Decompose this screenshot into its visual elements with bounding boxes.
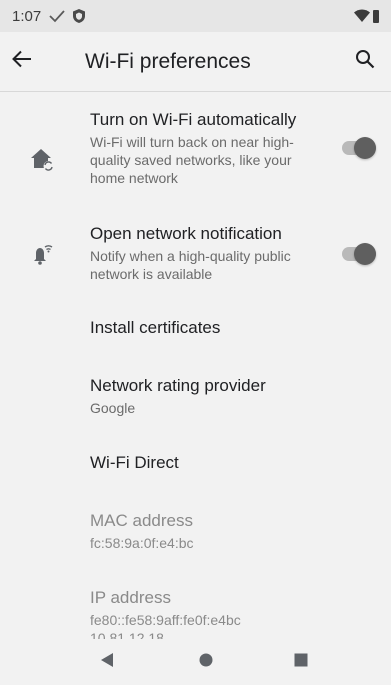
pref-title: MAC address <box>90 511 193 530</box>
pref-network-rating-provider[interactable]: Network rating provider Google <box>0 375 391 417</box>
status-time: 1:07 <box>12 7 42 25</box>
wifi-icon <box>354 9 370 23</box>
switch-thumb <box>354 243 376 265</box>
pref-title: Open network notification <box>90 224 282 243</box>
pref-title: Wi-Fi Direct <box>90 453 179 472</box>
pref-ip-address: IP address fe80::fe58:9aff:fe0f:e4bc 10.… <box>0 587 391 639</box>
status-bar: 1:07 <box>0 0 391 32</box>
battery-icon <box>373 9 379 23</box>
back-button[interactable] <box>0 32 50 92</box>
pref-open-network-notification[interactable]: Open network notification Notify when a … <box>0 223 391 287</box>
pref-summary: Notify when a high-quality public networ… <box>90 248 291 282</box>
home-circle-icon <box>199 653 213 672</box>
app-bar: Wi-Fi preferences <box>0 32 391 92</box>
nav-back-button[interactable] <box>77 639 137 685</box>
arrow-back-icon <box>12 50 32 73</box>
home-wifi-icon <box>30 147 56 173</box>
shield-icon <box>73 9 86 23</box>
page-title: Wi-Fi preferences <box>85 49 251 73</box>
wifi-auto-on-switch[interactable] <box>340 135 378 161</box>
pref-summary: Google <box>90 400 136 416</box>
pref-summary: Wi-Fi will turn back on near high-qualit… <box>90 134 294 186</box>
pref-wifi-auto-on[interactable]: Turn on Wi-Fi automatically Wi-Fi will t… <box>0 109 391 209</box>
pref-title: Turn on Wi-Fi automatically <box>90 110 297 129</box>
search-button[interactable] <box>341 32 389 92</box>
pref-summary: fc:58:9a:0f:e4:bc <box>90 535 194 551</box>
notification-wifi-icon <box>30 241 56 267</box>
pref-title: Network rating provider <box>90 376 266 395</box>
recents-square-icon <box>294 653 308 672</box>
pref-install-certificates[interactable]: Install certificates <box>0 317 391 341</box>
pref-title: IP address <box>90 588 171 607</box>
pref-mac-address: MAC address fc:58:9a:0f:e4:bc <box>0 510 391 552</box>
pref-summary-line: fe80::fe58:9aff:fe0f:e4bc <box>90 612 241 628</box>
search-icon <box>355 49 375 74</box>
pref-title: Install certificates <box>90 318 221 337</box>
back-triangle-icon <box>99 652 115 673</box>
pref-wifi-direct[interactable]: Wi-Fi Direct <box>0 452 391 476</box>
pref-summary-line: 10.81.12.18 <box>90 630 164 639</box>
nav-home-button[interactable] <box>176 639 236 685</box>
check-icon <box>49 9 65 23</box>
switch-thumb <box>354 137 376 159</box>
nav-recents-button[interactable] <box>271 639 331 685</box>
open-network-notification-switch[interactable] <box>340 241 378 267</box>
preferences-list: Turn on Wi-Fi automatically Wi-Fi will t… <box>0 93 391 639</box>
navigation-bar <box>0 639 391 685</box>
